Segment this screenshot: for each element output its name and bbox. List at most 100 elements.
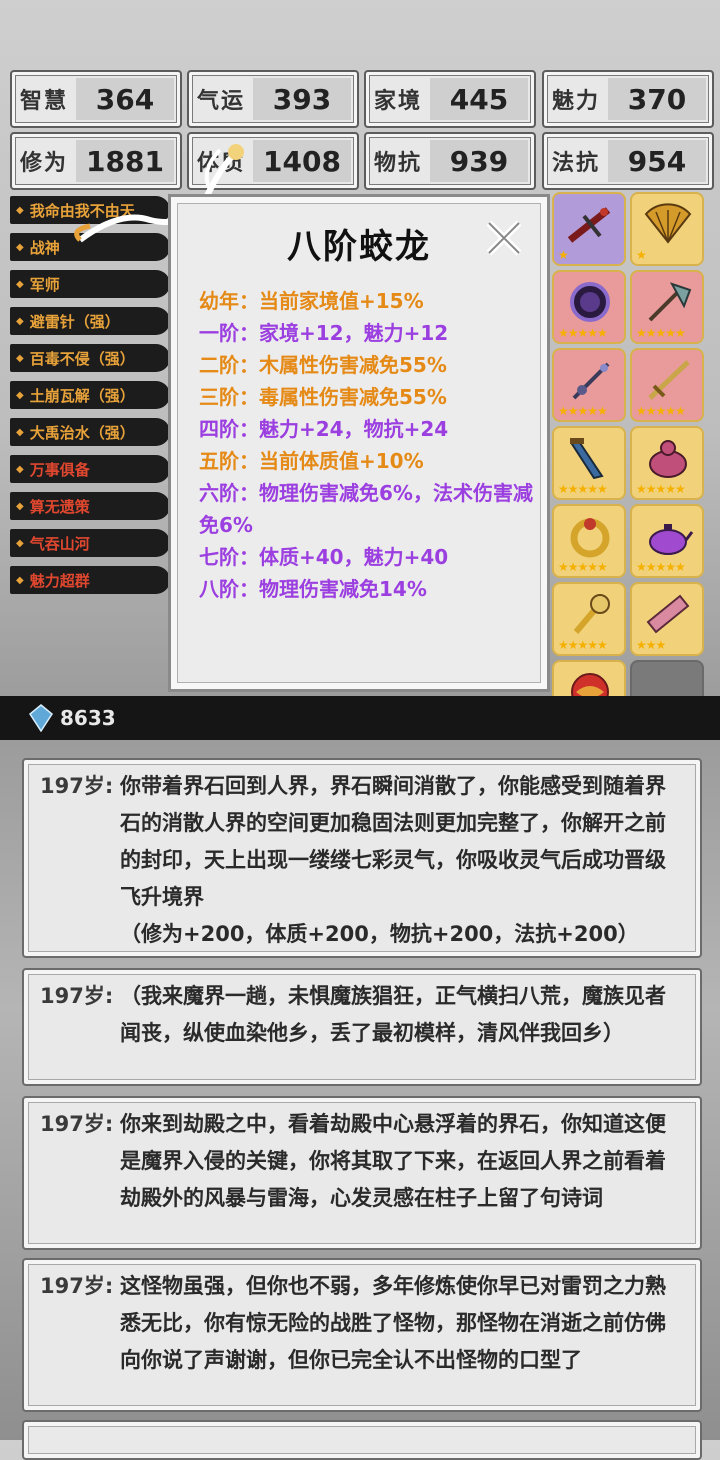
scroll-icon	[646, 594, 690, 634]
teapot-icon	[649, 524, 694, 555]
log-text: 你来到劫殿之中，看着劫殿中心悬浮着的界石，你知道这便是魔界入侵的关键，你将其取了…	[120, 1112, 666, 1210]
diamond-icon: ◆	[16, 537, 24, 549]
stat-value: 393	[253, 78, 351, 120]
equip-slot[interactable]: ★★★★★	[630, 270, 704, 344]
dagger-icon	[570, 438, 604, 480]
diamond-icon: ◆	[16, 463, 24, 475]
skill-item[interactable]: ◆ 大禹治水（强）	[10, 418, 170, 446]
diamond-icon: ◆	[16, 278, 24, 290]
mirror-icon	[570, 282, 610, 322]
equip-slot[interactable]: ★★★★★	[630, 426, 704, 500]
equip-slot[interactable]: ★★★★★	[630, 348, 704, 422]
diamond-icon: ◆	[16, 574, 24, 586]
skill-item[interactable]: ◆ 魅力超群	[10, 566, 170, 594]
tier-line: 一阶：家境+12，魅力+12	[199, 321, 449, 345]
stat-value: 364	[76, 78, 174, 120]
stat-label: 家境	[373, 89, 422, 114]
diamond-icon: ◆	[16, 352, 24, 364]
gem-counter: 8633	[28, 704, 116, 732]
rarity-stars: ★★★★★	[558, 326, 608, 340]
rarity-stars: ★★★★★	[636, 482, 686, 496]
event-log-entry: 197岁: （我来魔界一趟，未惧魔族猖狂，正气横扫八荒，魔族见者闻丧，纵使血染他…	[22, 968, 702, 1086]
skill-item[interactable]: ◆ 土崩瓦解（强）	[10, 381, 170, 409]
rarity-stars: ★★★★★	[636, 404, 686, 418]
equip-slot[interactable]: ★★★★★	[630, 504, 704, 578]
rarity-stars: ★★★★★	[558, 638, 608, 652]
stat-wisdom: 智慧 364	[10, 70, 182, 128]
stat-charm: 魅力 370	[542, 70, 714, 128]
stat-luck: 气运 393	[187, 70, 359, 128]
diamond-icon: ◆	[16, 389, 24, 401]
stat-label: 气运	[196, 89, 245, 114]
rarity-stars: ★★★★★	[636, 326, 686, 340]
axe-icon	[648, 282, 692, 322]
tier-line: 四阶：魅力+24，物抗+24	[199, 417, 449, 441]
log-text: 这怪物虽强，但你也不弱，多年修炼使你早已对雷罚之力熟悉无比，你有惊无险的战胜了怪…	[120, 1274, 666, 1372]
skill-label: 万事俱备	[29, 460, 90, 479]
diamond-icon: ◆	[16, 204, 24, 216]
log-age: 197岁:	[40, 984, 114, 1008]
close-x-icon[interactable]	[483, 217, 525, 259]
equip-slot[interactable]: ★★★★★	[552, 426, 626, 500]
tier-line: 幼年：当前家境值+15%	[199, 289, 424, 313]
tier-line: 二阶：木属性伤害减免55%	[199, 353, 447, 377]
tier-line: 六阶：物理伤害减免6%，法术伤害减免6%	[199, 481, 533, 537]
skill-label: 战神	[29, 238, 60, 257]
log-extra: （修为+200，体质+200，物抗+200，法抗+200）	[120, 922, 639, 946]
stat-value: 939	[430, 140, 528, 182]
log-text: 你带着界石回到人界，界石瞬间消散了，你能感受到随着界石的消散人界的空间更加稳固法…	[120, 774, 666, 909]
diamond-icon: ◆	[16, 426, 24, 438]
crossbow-icon	[567, 207, 611, 243]
diamond-icon: ◆	[16, 315, 24, 327]
skill-label: 避雷针（强）	[29, 312, 120, 331]
log-text: （我来魔界一趟，未惧魔族猖狂，正气横扫八荒，魔族见者闻丧，纵使血染他乡，丢了最初…	[120, 984, 666, 1045]
stat-label: 法抗	[551, 151, 600, 176]
stat-label: 魅力	[551, 89, 600, 114]
log-age: 197岁:	[40, 774, 114, 798]
equip-slot[interactable]: ★★★★★	[552, 348, 626, 422]
fan-icon	[644, 203, 692, 244]
diamond-icon: ◆	[16, 500, 24, 512]
log-age: 197岁:	[40, 1112, 114, 1136]
skill-label: 魅力超群	[29, 571, 90, 590]
log-age: 197岁:	[40, 1274, 114, 1298]
event-log-entry: 197岁: 你带着界石回到人界，界石瞬间消散了，你能感受到随着界石的消散人界的空…	[22, 758, 702, 958]
equip-slot[interactable]: ★	[552, 192, 626, 266]
skill-item[interactable]: ◆ 万事俱备	[10, 455, 170, 483]
gourd-icon	[649, 440, 687, 478]
scepter-icon	[573, 594, 610, 634]
tier-line: 七阶：体质+40，魅力+40	[199, 545, 449, 569]
skill-item[interactable]: ◆ 气吞山河	[10, 529, 170, 557]
rarity-stars: ★★★	[636, 638, 666, 652]
stat-phys-res: 物抗 939	[364, 132, 536, 190]
gem-count: 8633	[60, 706, 116, 730]
equip-slot[interactable]: ★★★★★	[552, 582, 626, 656]
event-log-entry: 197岁: 这怪物虽强，但你也不弱，多年修炼使你早已对雷罚之力熟悉无比，你有惊无…	[22, 1258, 702, 1412]
tier-list: 幼年：当前家境值+15% 一阶：家境+12，魅力+12 二阶：木属性伤害减免55…	[199, 285, 539, 605]
skill-label: 百毒不侵（强）	[29, 349, 135, 368]
equip-slot[interactable]: ★	[630, 192, 704, 266]
rarity-stars: ★	[558, 248, 569, 262]
skill-item[interactable]: ◆ 避雷针（强）	[10, 307, 170, 335]
equip-slot[interactable]: ★★★	[630, 582, 704, 656]
tier-line: 八阶：物理伤害减免14%	[199, 577, 427, 601]
equip-slot[interactable]: ★★★★★	[552, 504, 626, 578]
skill-item[interactable]: ◆ 军师	[10, 270, 170, 298]
event-log-entry: 197岁: 你来到劫殿之中，看着劫殿中心悬浮着的界石，你知道这便是魔界入侵的关键…	[22, 1096, 702, 1250]
tier-line: 五阶：当前体质值+10%	[199, 449, 424, 473]
rarity-stars: ★★★★★	[558, 560, 608, 574]
stat-family: 家境 445	[364, 70, 536, 128]
rarity-stars: ★★★★★	[558, 404, 608, 418]
rarity-stars: ★★★★★	[558, 482, 608, 496]
skill-item[interactable]: ◆ 算无遗策	[10, 492, 170, 520]
stat-value: 1408	[253, 140, 351, 182]
diamond-icon: ◆	[16, 241, 24, 253]
stat-value: 954	[608, 140, 706, 182]
rarity-stars: ★★★★★	[636, 560, 686, 574]
equip-slot[interactable]: ★★★★★	[552, 270, 626, 344]
stat-value: 370	[608, 78, 706, 120]
skill-item[interactable]: ◆ 百毒不侵（强）	[10, 344, 170, 372]
skill-label: 算无遗策	[29, 497, 90, 516]
stat-label: 智慧	[19, 89, 68, 114]
skill-label: 气吞山河	[29, 534, 90, 553]
